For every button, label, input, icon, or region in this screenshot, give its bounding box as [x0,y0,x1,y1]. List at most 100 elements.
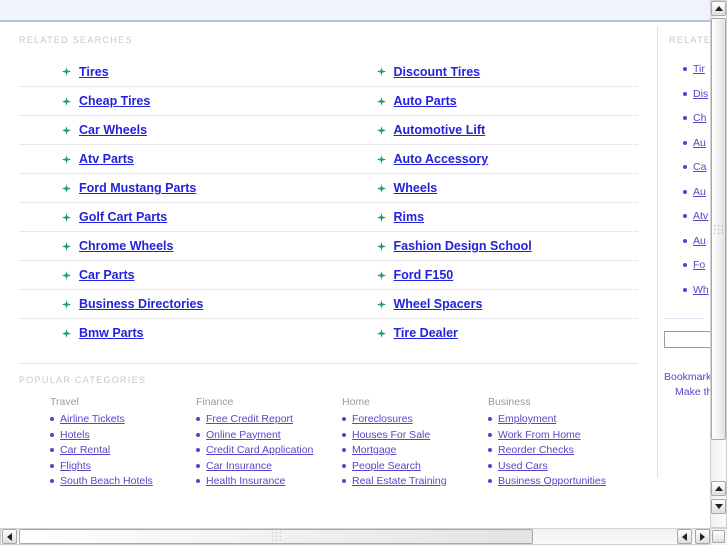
scrollbar-corner [710,528,727,545]
side-related-link[interactable]: Ca [693,161,706,173]
related-search-cell: Car Wheels [19,123,329,137]
related-search-link[interactable]: Rims [394,210,425,224]
category-link[interactable]: Business Opportunities [498,475,606,487]
side-related-item: Tir [658,57,710,82]
related-search-link[interactable]: Car Parts [79,268,135,282]
category-link[interactable]: Credit Card Application [206,444,313,456]
category-link[interactable]: Work From Home [498,429,581,441]
category-link[interactable]: Free Credit Report [206,413,293,425]
related-search-link[interactable]: Auto Parts [394,94,457,108]
side-related-link[interactable]: Au [693,186,706,198]
category-link[interactable]: Car Rental [60,444,110,456]
related-search-link[interactable]: Golf Cart Parts [79,210,167,224]
scroll-left-button[interactable] [2,529,17,544]
bullet-dot-icon [196,417,200,421]
sparkle-bullet-icon [376,270,386,280]
category-list-item: Car Rental [50,444,196,456]
side-footer-link[interactable]: Bookmark [664,371,710,383]
category-column: Travel Airline Tickets Hotels Car Rental Fli… [50,396,196,491]
sparkle-bullet-icon [376,241,386,251]
related-search-row: Chrome Wheels Fashion Design School [19,231,638,260]
category-link[interactable]: Employment [498,413,556,425]
scroll-left-button-secondary[interactable] [677,529,692,544]
browser-viewport: RELATED SEARCHES Tires Discount Tires Chea… [0,0,727,545]
bullet-dot-icon [683,189,687,194]
search-input[interactable] [664,331,710,348]
popular-categories-columns: Travel Airline Tickets Hotels Car Rental Fli… [50,396,657,491]
category-list-item: Work From Home [488,429,634,441]
related-search-link[interactable]: Wheels [394,181,438,195]
related-search-link[interactable]: Cheap Tires [79,94,150,108]
side-related-link[interactable]: Wh [693,284,709,296]
bullet-dot-icon [50,432,54,437]
related-search-link[interactable]: Ford F150 [394,268,454,282]
scroll-down-button[interactable] [711,499,726,514]
related-search-row: Bmw Parts Tire Dealer [19,318,638,347]
resize-grip[interactable] [712,530,725,543]
related-search-link[interactable]: Ford Mustang Parts [79,181,196,195]
category-link[interactable]: People Search [352,460,421,472]
scroll-up-button-secondary[interactable] [711,481,726,496]
bullet-dot-icon [683,91,687,96]
side-related-link[interactable]: Tir [693,63,705,75]
related-search-link[interactable]: Chrome Wheels [79,239,173,253]
bullet-dot-icon [342,432,346,437]
category-link[interactable]: Mortgage [352,444,396,456]
related-search-cell: Auto Parts [329,94,639,108]
bullet-dot-icon [683,116,687,121]
category-link[interactable]: Hotels [60,429,90,441]
related-search-row: Ford Mustang Parts Wheels [19,173,638,202]
category-link[interactable]: Health Insurance [206,475,285,487]
category-link[interactable]: Online Payment [206,429,281,441]
category-link[interactable]: Flights [60,460,91,472]
category-title: Home [342,396,371,408]
related-search-row: Business Directories Wheel Spacers [19,289,638,318]
side-related-link[interactable]: Dis [693,88,708,100]
related-search-link[interactable]: Auto Accessory [394,152,489,166]
category-list-item: Flights [50,460,196,472]
side-related-item: Wh [658,278,710,303]
related-search-link[interactable]: Tire Dealer [394,326,458,340]
side-related-link[interactable]: Au [693,235,706,247]
side-related-link[interactable]: Fo [693,259,705,271]
scroll-right-button[interactable] [695,529,710,544]
related-search-link[interactable]: Automotive Lift [394,123,486,137]
related-search-link[interactable]: Business Directories [79,297,203,311]
category-link[interactable]: Reorder Checks [498,444,574,456]
category-link[interactable]: Real Estate Training [352,475,447,487]
category-link[interactable]: South Beach Hotels [60,475,153,487]
related-search-link[interactable]: Tires [79,65,109,79]
category-link[interactable]: Used Cars [498,460,548,472]
related-search-link[interactable]: Bmw Parts [79,326,144,340]
grip-icon [714,224,723,234]
vertical-scrollbar[interactable] [710,0,727,528]
side-footer-link[interactable]: Make this [664,386,710,398]
side-related-heading: RELATED [669,35,710,45]
side-related-item: Au [658,131,710,156]
category-link[interactable]: Car Insurance [206,460,272,472]
horizontal-scrollbar-thumb[interactable] [19,529,533,544]
side-related-link[interactable]: Atv [693,210,708,222]
category-column: Business Employment Work From Home Reorder … [488,396,634,491]
sparkle-bullet-icon [62,154,71,164]
category-list-item: Hotels [50,429,196,441]
sparkle-bullet-icon [62,96,71,106]
related-search-link[interactable]: Car Wheels [79,123,147,137]
category-list-item: Online Payment [196,429,342,441]
side-related-item: Au [658,229,710,254]
horizontal-scrollbar[interactable] [0,528,710,545]
scroll-up-button[interactable] [711,1,726,16]
category-link[interactable]: Airline Tickets [60,413,125,425]
vertical-scrollbar-thumb[interactable] [711,18,726,440]
related-search-link[interactable]: Discount Tires [394,65,481,79]
category-link[interactable]: Houses For Sale [352,429,430,441]
related-search-link[interactable]: Wheel Spacers [394,297,483,311]
category-link[interactable]: Foreclosures [352,413,413,425]
category-list-item: Health Insurance [196,475,342,487]
related-search-link[interactable]: Fashion Design School [394,239,532,253]
sparkle-bullet-icon [62,125,71,135]
related-search-link[interactable]: Atv Parts [79,152,134,166]
category-list-item: Business Opportunities [488,475,634,487]
side-related-link[interactable]: Ch [693,112,706,124]
side-related-link[interactable]: Au [693,137,706,149]
